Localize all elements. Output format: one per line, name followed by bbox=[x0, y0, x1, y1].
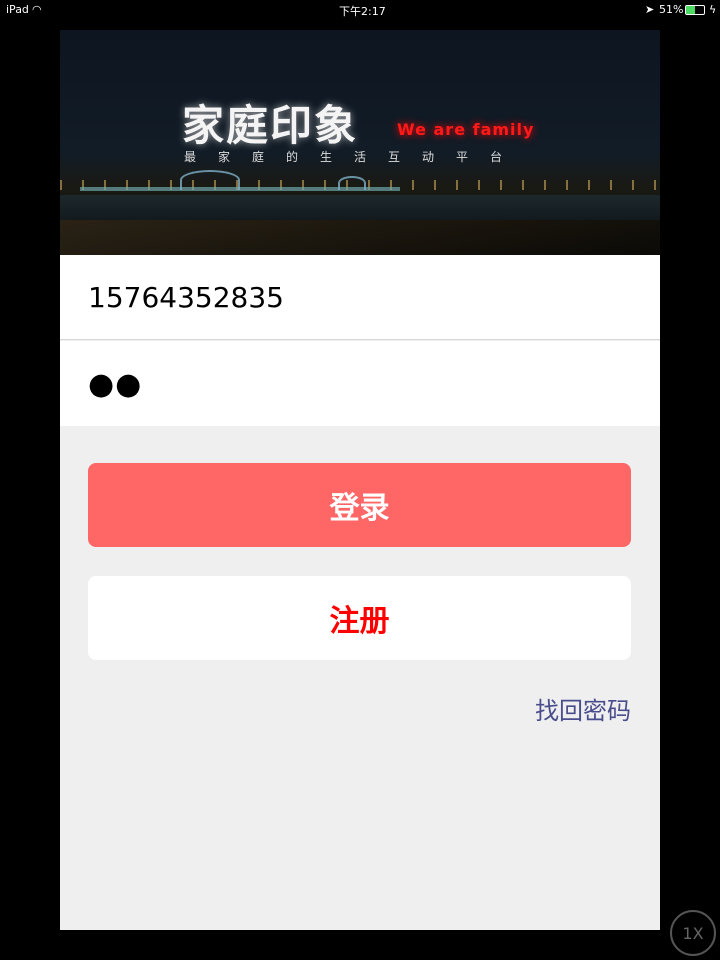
wifi-icon: ◠ bbox=[32, 3, 42, 16]
battery-percent: 51% bbox=[659, 3, 684, 16]
zoom-1x-button[interactable]: 1X bbox=[670, 910, 716, 956]
device-label: iPad bbox=[6, 3, 29, 16]
app-slogan: We are family bbox=[397, 120, 535, 139]
password-input[interactable]: ●● bbox=[60, 341, 660, 426]
clock: 下午2:17 bbox=[339, 5, 386, 18]
app-subtitle: 最家庭的生活互动平台 bbox=[184, 150, 525, 164]
phone-input[interactable]: 15764352835 bbox=[60, 255, 660, 340]
login-button[interactable]: 登录 bbox=[88, 463, 631, 547]
location-icon: ➤ bbox=[645, 3, 655, 16]
banner-image: 家庭印象 We are family 最家庭的生活互动平台 bbox=[60, 30, 660, 255]
register-button[interactable]: 注册 bbox=[88, 576, 631, 660]
battery-icon bbox=[685, 5, 705, 15]
forgot-password-link[interactable]: 找回密码 bbox=[535, 691, 631, 726]
status-bar: iPad ◠ 下午2:17 ➤ 51% ϟ bbox=[0, 0, 720, 20]
app-title: 家庭印象 bbox=[182, 101, 359, 150]
login-screen: 家庭印象 We are family 最家庭的生活互动平台 1576435283… bbox=[60, 30, 660, 930]
charging-icon: ϟ bbox=[709, 3, 717, 16]
